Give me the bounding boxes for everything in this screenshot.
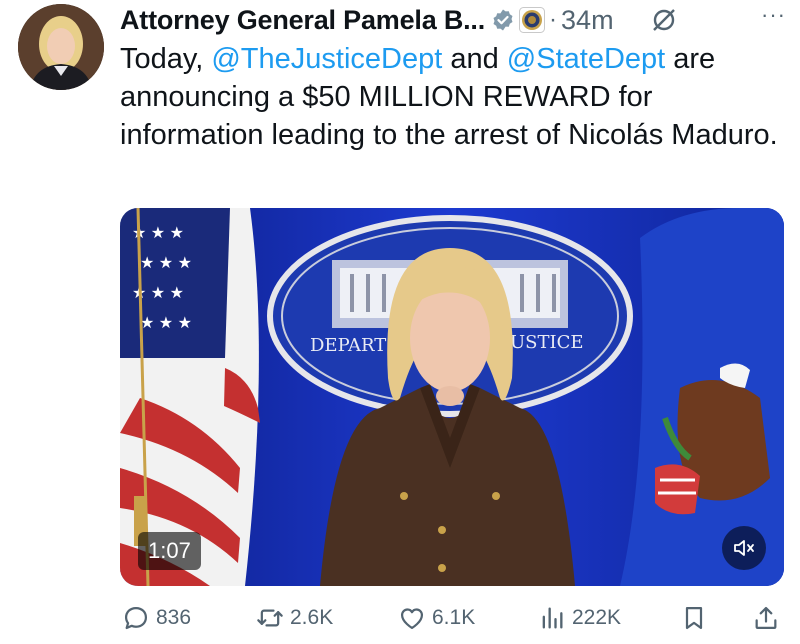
mention-justicedept[interactable]: @TheJusticeDept	[211, 43, 442, 75]
svg-text:★ ★ ★: ★ ★ ★	[140, 255, 192, 272]
share-icon	[755, 606, 777, 630]
bookmark-icon	[685, 606, 703, 630]
tweet-text-part: Today,	[120, 43, 212, 75]
mention-statedept[interactable]: @StateDept	[507, 43, 665, 75]
tweet-text-part: and	[442, 43, 507, 75]
reply-icon	[124, 606, 148, 630]
svg-text:★ ★ ★: ★ ★ ★	[140, 315, 192, 332]
reply-count: 836	[156, 606, 192, 629]
timestamp[interactable]: 34m	[561, 5, 614, 36]
doj-flag	[620, 208, 784, 586]
mute-icon	[734, 540, 754, 556]
seal-text-left: DEPART	[310, 335, 386, 356]
grok-icon[interactable]	[650, 6, 678, 34]
seal-text-right: USTICE	[510, 332, 584, 353]
video-duration: 1:07	[138, 532, 201, 570]
author-name[interactable]: Attorney General Pamela B...	[120, 5, 485, 36]
repost-icon	[257, 609, 283, 627]
doj-affiliation-icon[interactable]	[519, 7, 546, 33]
like-button[interactable]: 6.1K	[398, 604, 475, 632]
reply-button[interactable]: 836	[122, 604, 191, 632]
views-button[interactable]: 222K	[538, 604, 621, 632]
tweet-actions: 836 2.6K 6.1K 222K	[120, 598, 784, 638]
tweet-header: Attorney General Pamela B... · 34m ···	[120, 2, 790, 38]
repost-button[interactable]: 2.6K	[256, 604, 333, 632]
mute-button[interactable]	[722, 526, 766, 570]
views-count: 222K	[572, 606, 622, 629]
bookmark-button[interactable]	[680, 604, 708, 632]
separator-dot: ·	[549, 6, 558, 33]
video-player[interactable]: ★ ★ ★ ★ ★ ★ ★ ★ ★ ★ ★ ★ DEPART USTICE 1:…	[120, 208, 784, 586]
like-icon	[400, 608, 424, 630]
repost-count: 2.6K	[290, 606, 334, 629]
verified-badge-icon[interactable]	[491, 8, 515, 32]
us-flag: ★ ★ ★ ★ ★ ★ ★ ★ ★ ★ ★ ★	[120, 208, 260, 586]
more-icon[interactable]: ···	[761, 2, 786, 28]
video-frame: ★ ★ ★ ★ ★ ★ ★ ★ ★ ★ ★ ★ DEPART USTICE	[120, 208, 784, 586]
views-icon	[542, 607, 563, 629]
tweet-text: Today, @TheJusticeDept and @StateDept ar…	[120, 40, 780, 154]
like-count: 6.1K	[432, 606, 476, 629]
avatar[interactable]	[18, 4, 104, 90]
share-button[interactable]	[752, 604, 780, 632]
